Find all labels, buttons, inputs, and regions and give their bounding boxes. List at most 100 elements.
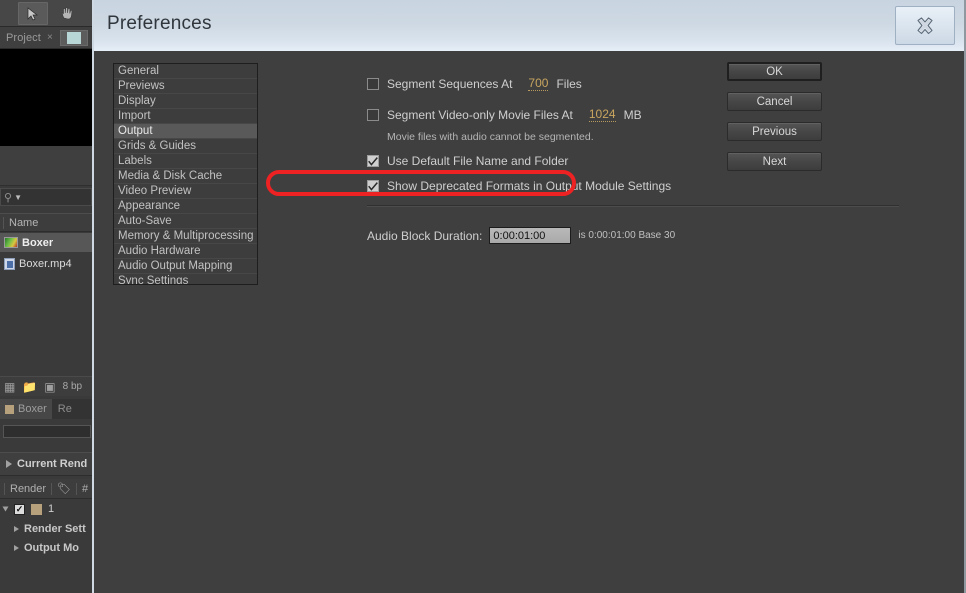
segment-video-only-value[interactable]: 1024 (588, 107, 616, 122)
composition-icon (4, 237, 18, 248)
search-icon: ⚲ (4, 191, 13, 204)
left-panel-column: Project × ⚲ ▼ Name Boxer Boxer.mp4 ▦ 📁 ▣… (0, 27, 92, 593)
project-item-label: Boxer (22, 236, 54, 249)
label-tag-icon: 🏷 (57, 483, 72, 495)
render-column-label: Render (10, 482, 47, 495)
render-settings-label: Render Sett (24, 522, 86, 535)
segment-video-only-checkbox[interactable] (367, 108, 379, 121)
render-settings-row[interactable]: Render Sett (0, 519, 92, 538)
project-search-input[interactable]: ⚲ ▼ (0, 188, 92, 206)
use-default-file-name-checkbox[interactable] (367, 155, 379, 167)
comp-color-swatch (5, 404, 14, 414)
show-deprecated-formats-row[interactable]: Show Deprecated Formats in Output Module… (367, 179, 671, 193)
preference-category-list[interactable]: General Previews Display Import Output G… (113, 63, 258, 285)
category-previews[interactable]: Previews (114, 79, 257, 94)
project-panel-tabbar: Project × (0, 27, 92, 49)
composition-tabbar: Boxer Re (0, 399, 92, 419)
segment-sequences-value[interactable]: 700 (528, 76, 549, 91)
screen-root: Project × ⚲ ▼ Name Boxer Boxer.mp4 ▦ 📁 ▣… (0, 0, 966, 593)
bit-depth-label[interactable]: 8 bp (63, 381, 82, 392)
project-item-boxer-mp4[interactable]: Boxer.mp4 (0, 254, 92, 273)
footage-icon[interactable]: ▣ (44, 380, 55, 394)
dialog-title: Preferences (107, 13, 212, 34)
category-audio-hardware[interactable]: Audio Hardware (114, 244, 257, 259)
hash-column-icon: # (82, 482, 89, 495)
disclosure-triangle-icon[interactable] (6, 460, 12, 468)
ok-button[interactable]: OK (727, 62, 822, 81)
category-memory-multiprocessing[interactable]: Memory & Multiprocessing (114, 229, 257, 244)
category-general[interactable]: General (114, 64, 257, 79)
output-module-row[interactable]: Output Mo (0, 538, 92, 557)
category-import[interactable]: Import (114, 109, 257, 124)
hand-tool-icon[interactable] (52, 2, 82, 25)
segment-sequences-checkbox[interactable] (367, 77, 379, 90)
show-deprecated-formats-label: Show Deprecated Formats in Output Module… (387, 179, 672, 193)
show-deprecated-formats-checkbox[interactable] (367, 180, 379, 192)
segment-sequences-unit: Files (556, 76, 582, 91)
render-queue-header[interactable]: Current Rend (0, 452, 92, 476)
chevron-down-icon[interactable]: ▼ (14, 193, 22, 202)
category-display[interactable]: Display (114, 94, 257, 109)
new-folder-icon[interactable]: 📁 (22, 380, 37, 394)
category-appearance[interactable]: Appearance (114, 199, 257, 214)
segment-sequences-row[interactable]: Segment Sequences At 700 Files (367, 76, 582, 91)
audio-block-duration-row[interactable]: Audio Block Duration: is 0:00:01:00 Base… (367, 227, 675, 244)
cancel-button[interactable]: Cancel (727, 92, 822, 111)
timeline-ruler[interactable] (3, 425, 91, 438)
use-default-file-name-row[interactable]: Use Default File Name and Folder (367, 154, 568, 168)
column-header-name: Name (9, 216, 39, 229)
category-sync-settings[interactable]: Sync Settings (114, 274, 257, 284)
checkmark-icon (368, 181, 378, 191)
video-file-icon (4, 257, 15, 270)
close-icon (917, 16, 933, 34)
render-row-number: 1 (48, 503, 55, 515)
comp-tab-render[interactable]: Re (52, 403, 72, 415)
output-module-label: Output Mo (24, 541, 79, 554)
section-divider (367, 205, 899, 207)
project-tab-label[interactable]: Project (0, 27, 45, 49)
panel-thumbnail (60, 30, 88, 46)
row-disclosure-icon[interactable] (2, 506, 9, 512)
close-button[interactable] (895, 6, 955, 45)
segment-note: Movie files with audio cannot be segment… (387, 131, 594, 143)
comp-tab-boxer[interactable]: Boxer (0, 399, 52, 419)
audio-block-duration-input[interactable] (489, 227, 572, 244)
category-auto-save[interactable]: Auto-Save (114, 214, 257, 229)
project-item-boxer[interactable]: Boxer (0, 233, 92, 252)
project-item-label: Boxer.mp4 (19, 257, 72, 270)
project-tab-close-icon[interactable]: × (47, 32, 53, 43)
disclosure-triangle-icon[interactable] (14, 525, 19, 532)
segment-video-only-unit: MB (623, 107, 642, 122)
dialog-titlebar[interactable]: Preferences (94, 0, 964, 51)
audio-block-duration-suffix: is 0:00:01:00 Base 30 (578, 230, 676, 241)
disclosure-triangle-icon[interactable] (14, 544, 19, 551)
comp-tab-label: Boxer (18, 403, 47, 415)
segment-video-only-label: Segment Video-only Movie Files At (387, 107, 573, 122)
category-video-preview[interactable]: Video Preview (114, 184, 257, 199)
category-audio-output-mapping[interactable]: Audio Output Mapping (114, 259, 257, 274)
render-queue-header-label: Current Rend (17, 458, 88, 470)
dialog-body: General Previews Display Import Output G… (94, 51, 964, 593)
checkmark-icon (368, 156, 378, 166)
project-preview-area (0, 49, 92, 146)
use-default-file-name-label: Use Default File Name and Folder (387, 154, 569, 168)
selection-tool-icon[interactable] (18, 2, 48, 25)
category-output[interactable]: Output (114, 124, 257, 139)
project-info-area (0, 146, 92, 186)
output-options-panel: Segment Sequences At 700 Files Segment V… (275, 51, 964, 593)
render-queue-row[interactable]: ✓ 1 (0, 499, 92, 519)
project-footer-toolbar: ▦ 📁 ▣ 8 bp (0, 376, 92, 396)
next-button[interactable]: Next (727, 152, 822, 171)
render-enable-checkbox[interactable]: ✓ (14, 503, 25, 515)
segment-video-only-row[interactable]: Segment Video-only Movie Files At 1024 M… (367, 107, 642, 122)
project-column-header: Name (0, 213, 92, 232)
row-color-swatch (31, 503, 42, 515)
render-queue-columns: Render 🏷 # (0, 479, 92, 499)
category-grids-guides[interactable]: Grids & Guides (114, 139, 257, 154)
audio-block-duration-label: Audio Block Duration: (367, 228, 483, 243)
previous-button[interactable]: Previous (727, 122, 822, 141)
category-labels[interactable]: Labels (114, 154, 257, 169)
new-comp-icon[interactable]: ▦ (4, 380, 15, 394)
preferences-dialog: Preferences General Previews Display Imp… (92, 0, 966, 593)
category-media-disk-cache[interactable]: Media & Disk Cache (114, 169, 257, 184)
